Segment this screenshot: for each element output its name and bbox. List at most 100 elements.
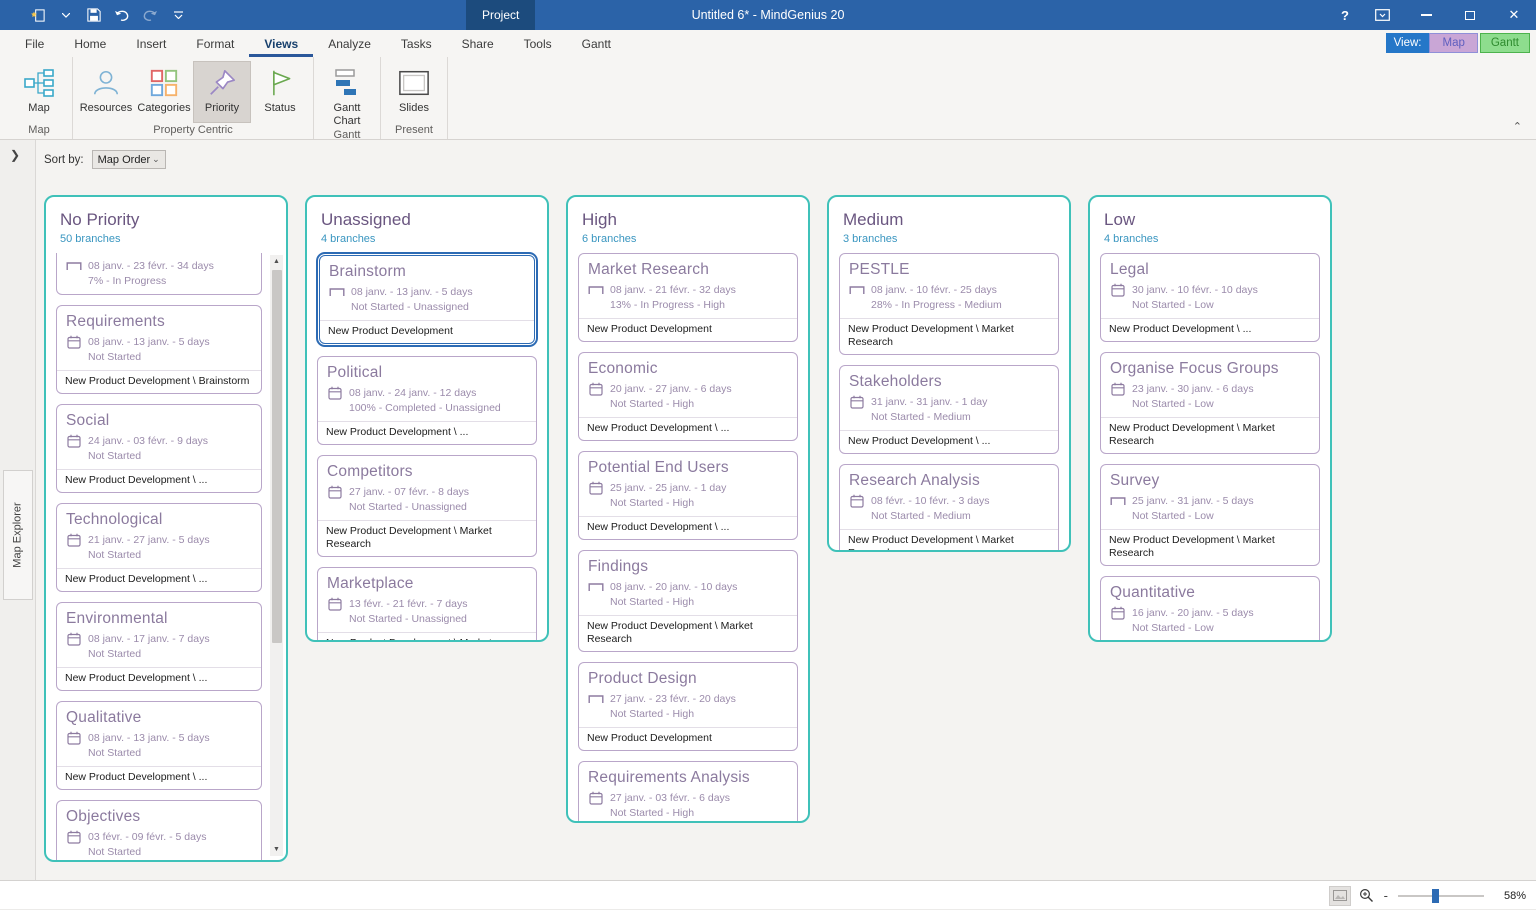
map-explorer-tab[interactable]: Map Explorer [3,470,33,600]
menu-tab-format[interactable]: Format [181,33,249,57]
resources-button[interactable]: Resources [77,61,135,123]
gantt-chart-button[interactable]: Gantt Chart [318,61,376,128]
close-button[interactable]: ✕ [1492,0,1536,30]
branch-card[interactable]: Findings08 janv. - 20 janv. - 10 daysNot… [578,550,798,652]
card-dates: 08 janv. - 20 janv. - 10 days [588,580,788,594]
minimize-button[interactable] [1404,0,1448,30]
redo-icon[interactable] [142,7,158,23]
status-button[interactable]: Status [251,61,309,123]
sort-order-dropdown[interactable]: Map Order ⌄ [92,150,166,169]
branch-card[interactable]: PESTLE08 janv. - 10 févr. - 25 days28% -… [839,253,1059,355]
scroll-down-icon[interactable]: ▼ [270,843,283,856]
window-title: Untitled 6* - MindGenius 20 [0,0,1536,30]
branch-card[interactable]: Quantitative16 janv. - 20 janv. - 5 days… [1100,576,1320,642]
branch-card[interactable]: 08 janv. - 23 févr. - 34 days7% - In Pro… [56,253,262,295]
ribbon-group-label: Property Centric [77,123,309,139]
priority-column-low: Low4 branchesLegal30 janv. - 10 févr. - … [1088,195,1332,642]
scroll-up-icon[interactable]: ▲ [270,255,283,268]
menu-tab-views[interactable]: Views [249,33,313,57]
new-map-dropdown-icon[interactable] [58,7,74,23]
zoom-slider-thumb[interactable] [1432,889,1439,903]
menu-tab-analyze[interactable]: Analyze [313,33,386,57]
column-scrollbar[interactable]: ▲▼ [270,255,283,856]
branch-card[interactable]: Competitors27 janv. - 07 févr. - 8 daysN… [317,455,537,557]
branch-card[interactable]: Organise Focus Groups23 janv. - 30 janv.… [1100,352,1320,454]
scrollbar-thumb[interactable] [272,270,282,643]
view-map-button[interactable]: Map [1429,33,1477,53]
view-gantt-button[interactable]: Gantt [1480,33,1530,53]
zoom-out-button[interactable]: - [1382,888,1390,903]
branch-card[interactable]: Brainstorm08 janv. - 13 janv. - 5 daysNo… [319,255,535,344]
help-icon[interactable]: ? [1330,8,1360,23]
zoom-controls: - 58% [1329,881,1526,910]
card-dates-text: 08 janv. - 13 janv. - 5 days [88,731,210,745]
card-title: PESTLE [849,260,1049,280]
priority-button[interactable]: Priority [193,61,251,123]
save-icon[interactable] [86,7,102,23]
ribbon-display-options-icon[interactable] [1360,0,1404,30]
customize-qat-icon[interactable] [170,7,186,23]
window-controls: ? ✕ [1330,0,1536,30]
ribbon-button-label: Categories [137,102,190,115]
categories-button[interactable]: Categories [135,61,193,123]
card-status: 7% - In Progress [66,274,252,288]
zoom-lens-icon[interactable] [1359,888,1374,903]
branch-card[interactable]: Legal30 janv. - 10 févr. - 10 daysNot St… [1100,253,1320,342]
branch-card[interactable]: Market Research08 janv. - 21 févr. - 32 … [578,253,798,342]
new-map-icon[interactable] [30,7,46,23]
menu-tab-tasks[interactable]: Tasks [386,33,447,57]
branch-card[interactable]: Objectives03 févr. - 09 févr. - 5 daysNo… [56,800,262,862]
branch-card[interactable]: Requirements Analysis27 janv. - 03 févr.… [578,761,798,823]
card-title: Economic [588,359,788,379]
branch-card[interactable]: Research Analysis08 févr. - 10 févr. - 3… [839,464,1059,552]
branch-card[interactable]: Social24 janv. - 03 févr. - 9 daysNot St… [56,404,262,493]
ribbon-group-present: SlidesPresent [381,57,448,139]
branch-card[interactable]: Potential End Users25 janv. - 25 janv. -… [578,451,798,540]
branch-card[interactable]: Qualitative08 janv. - 13 janv. - 5 daysN… [56,701,262,790]
branch-card[interactable]: Environmental08 janv. - 17 janv. - 7 day… [56,602,262,691]
map-button[interactable]: Map [10,61,68,123]
undo-icon[interactable] [114,7,130,23]
view-switch: View: Map Gantt [1386,33,1530,53]
ribbon-group-map: MapMap [6,57,73,139]
column-header: Medium3 branches [829,197,1069,251]
zoom-slider[interactable] [1398,888,1484,904]
card-title: Competitors [327,462,527,482]
menu-tab-file[interactable]: File [10,33,59,57]
card-dates-text: 08 janv. - 20 janv. - 10 days [610,580,737,594]
fit-map-icon[interactable] [1329,886,1351,906]
card-title: Objectives [66,807,252,827]
project-context-tab[interactable]: Project [466,0,535,30]
menu-tab-insert[interactable]: Insert [121,33,181,57]
ribbon-button-label: Slides [399,102,429,115]
card-status: Not Started - High [588,595,788,609]
slides-button[interactable]: Slides [385,61,443,123]
branch-card[interactable]: Stakeholders31 janv. - 31 janv. - 1 dayN… [839,365,1059,454]
menu-tab-tools[interactable]: Tools [509,33,567,57]
branch-card[interactable]: Requirements08 janv. - 13 janv. - 5 days… [56,305,262,394]
zoom-slider-track [1398,895,1484,897]
expand-panel-icon[interactable]: ❯ [10,148,20,162]
branch-card[interactable]: Survey25 janv. - 31 janv. - 5 daysNot St… [1100,464,1320,566]
task-icon [66,731,82,745]
branch-card[interactable]: Marketplace13 févr. - 21 févr. - 7 daysN… [317,567,537,642]
task-icon [66,830,82,844]
branch-card[interactable]: Product Design27 janv. - 23 févr. - 20 d… [578,662,798,751]
categories-icon [149,66,179,100]
menu-tab-share[interactable]: Share [447,33,509,57]
menu-tab-home[interactable]: Home [59,33,121,57]
card-breadcrumb: New Product Development \ ... [57,568,261,591]
card-dates-text: 08 janv. - 17 janv. - 7 days [88,632,210,646]
collapse-ribbon-icon[interactable]: ⌃ [1513,120,1522,133]
task-icon [327,485,343,499]
branch-card[interactable]: Political08 janv. - 24 janv. - 12 days10… [317,356,537,445]
summary-icon [329,288,345,297]
card-body: Requirements Analysis27 janv. - 03 févr.… [579,762,797,823]
card-breadcrumb: New Product Development [579,727,797,750]
column-branch-count: 50 branches [60,233,272,245]
maximize-button[interactable] [1448,0,1492,30]
branch-card[interactable]: Economic20 janv. - 27 janv. - 6 daysNot … [578,352,798,441]
branch-card[interactable]: Technological21 janv. - 27 janv. - 5 day… [56,503,262,592]
menu-tab-gantt[interactable]: Gantt [567,33,626,57]
card-status: Not Started - High [588,707,788,721]
